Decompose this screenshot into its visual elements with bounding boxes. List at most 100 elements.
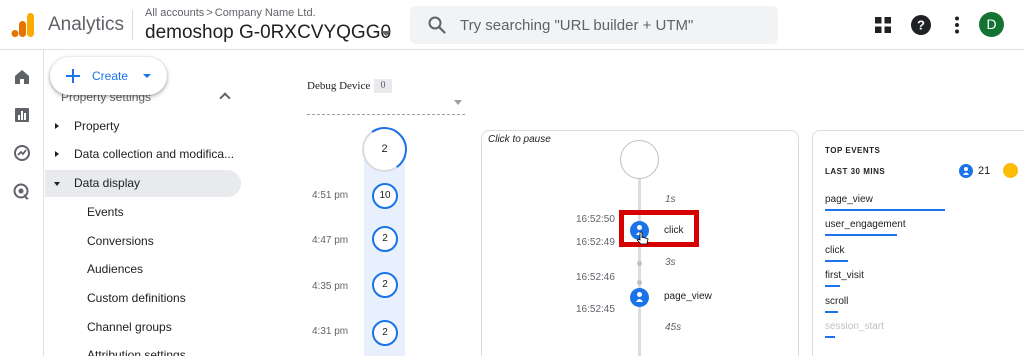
- minute-time: 4:51 pm: [312, 190, 349, 201]
- time-gap-label: 45s: [665, 322, 682, 333]
- divider: [132, 10, 133, 40]
- top-event-bar: [825, 311, 838, 313]
- seconds-stream-panel[interactable]: Click to pause 1s 16:52:50 click 16:52:4…: [481, 130, 799, 356]
- minute-event-count[interactable]: 10: [372, 183, 398, 209]
- minute-time: 4:31 pm: [312, 326, 349, 337]
- minute-event-count[interactable]: 2: [372, 272, 398, 298]
- event-time: 16:52:45: [576, 304, 615, 315]
- advertising-icon[interactable]: [12, 182, 32, 202]
- explore-icon[interactable]: [12, 143, 32, 163]
- minute-time: 4:35 pm: [312, 281, 349, 292]
- top-events-period: LAST 30 MINS: [825, 167, 886, 176]
- highlight-box: [619, 210, 699, 247]
- event-time: 16:52:50: [576, 214, 615, 225]
- top-event-row[interactable]: session_start: [825, 321, 1015, 347]
- sidebar-subitem-label: Custom definitions: [87, 291, 186, 305]
- top-event-name: first_visit: [825, 270, 864, 281]
- debug-device-label: Debug Device: [307, 80, 371, 92]
- minute-event-count[interactable]: 2: [372, 320, 398, 346]
- admin-sidebar: Property settings Property Data collecti…: [45, 50, 245, 356]
- sidebar-subitem-events[interactable]: Events: [45, 199, 241, 226]
- top-event-bar: [825, 285, 840, 287]
- top-bar: Analytics All accounts > Company Name Ltd.…: [0, 0, 1024, 50]
- top-event-bar: [825, 336, 835, 338]
- user-count: 21: [978, 165, 991, 177]
- minute-event-count[interactable]: 2: [372, 226, 398, 252]
- avatar[interactable]: D: [979, 12, 1004, 37]
- sidebar-subitem-label: Conversions: [87, 234, 154, 248]
- sidebar-subitem-conversions[interactable]: Conversions: [45, 228, 241, 255]
- analytics-logo-icon[interactable]: [11, 12, 35, 38]
- sidebar-subitem-custom-definitions[interactable]: Custom definitions: [45, 285, 241, 312]
- sidebar-subitem-label: Events: [87, 205, 124, 219]
- reports-icon[interactable]: [12, 105, 32, 125]
- create-label: Create: [92, 69, 129, 83]
- sidebar-item-label: Property: [74, 119, 120, 133]
- top-event-bar: [825, 234, 897, 236]
- event-time: 16:52:49: [576, 237, 615, 248]
- search-bar[interactable]: Try searching "URL builder + UTM": [410, 6, 778, 44]
- home-icon[interactable]: [12, 67, 32, 87]
- top-event-row[interactable]: scroll: [825, 296, 1015, 322]
- left-rail: [0, 50, 44, 356]
- top-event-name: scroll: [825, 296, 849, 307]
- sidebar-subitem-label: Audiences: [87, 262, 144, 276]
- debug-device-count: 0: [374, 79, 392, 93]
- debugview-main: Debug Device 0 2 4:51 pm 10 2 4:47 pm 2 …: [246, 50, 1024, 356]
- pointer-cursor-icon: [637, 231, 649, 245]
- pause-hint: Click to pause: [488, 134, 551, 145]
- chevron-up-icon[interactable]: [219, 92, 231, 104]
- timeline-dot: [637, 280, 642, 285]
- dropdown-arrow-icon[interactable]: [143, 74, 151, 78]
- create-button[interactable]: Create: [50, 57, 167, 95]
- top-event-bar: [825, 209, 945, 211]
- help-icon[interactable]: ?: [909, 13, 933, 37]
- top-event-bar: [825, 260, 848, 262]
- chevron-down-icon[interactable]: [381, 31, 391, 36]
- timeline-dot: [637, 261, 642, 266]
- sidebar-item-label: Data collection and modifica...: [74, 147, 235, 161]
- sidebar-item-data-display[interactable]: Data display: [45, 170, 241, 197]
- minute-time: 4:47 pm: [312, 235, 349, 246]
- sidebar-item-label: Data display: [74, 176, 141, 190]
- time-gap-label: 3s: [665, 257, 676, 268]
- top-events-title: TOP EVENTS: [825, 146, 881, 155]
- search-placeholder[interactable]: Try searching "URL builder + UTM": [460, 17, 693, 34]
- top-event-name: click: [825, 245, 845, 256]
- sidebar-subitem-audiences[interactable]: Audiences: [45, 256, 241, 283]
- sidebar-subitem-channel-groups[interactable]: Channel groups: [45, 314, 241, 341]
- apps-grid-icon[interactable]: [871, 13, 895, 37]
- property-selector[interactable]: demoshop G-0RXCVYQGG0: [145, 22, 391, 44]
- more-vert-icon[interactable]: [945, 13, 969, 37]
- top-event-name: session_start: [825, 321, 884, 332]
- expand-arrow-icon: [55, 151, 59, 157]
- debug-device-select[interactable]: [307, 114, 465, 115]
- sidebar-subitem-label: Channel groups: [87, 320, 172, 334]
- top-event-row[interactable]: first_visit: [825, 270, 1015, 296]
- top-event-row[interactable]: page_view: [825, 194, 1015, 220]
- user-icon: [959, 164, 973, 178]
- sidebar-subitem-label: Attribution settings: [87, 348, 186, 356]
- top-events-card: TOP EVENTS LAST 30 MINS 21 page_view use…: [812, 130, 1024, 356]
- collapse-arrow-icon: [54, 182, 60, 186]
- sidebar-subitem-attribution-settings[interactable]: Attribution settings: [45, 342, 241, 356]
- breadcrumb-separator: >: [206, 7, 213, 19]
- time-gap-label: 1s: [665, 194, 676, 205]
- sidebar-item-data-collection[interactable]: Data collection and modifica...: [45, 141, 241, 168]
- app-title: Analytics: [48, 14, 125, 35]
- dropdown-arrow-icon[interactable]: [454, 100, 462, 105]
- top-event-row[interactable]: click: [825, 245, 1015, 271]
- event-user-icon[interactable]: [630, 288, 649, 307]
- account-breadcrumb[interactable]: All accounts > Company Name Ltd.: [145, 7, 316, 19]
- event-name[interactable]: page_view: [664, 291, 712, 302]
- breadcrumb-account[interactable]: Company Name Ltd.: [215, 7, 316, 19]
- conversion-icon: [1003, 163, 1018, 178]
- top-event-name: user_engagement: [825, 219, 906, 230]
- current-minute-count: 2: [381, 143, 388, 155]
- top-event-name: page_view: [825, 194, 873, 205]
- sidebar-item-property[interactable]: Property: [45, 113, 241, 140]
- top-event-row[interactable]: user_engagement: [825, 219, 1015, 245]
- breadcrumb-all-accounts[interactable]: All accounts: [145, 7, 204, 19]
- svg-text:?: ?: [917, 18, 925, 33]
- expand-arrow-icon: [55, 123, 59, 129]
